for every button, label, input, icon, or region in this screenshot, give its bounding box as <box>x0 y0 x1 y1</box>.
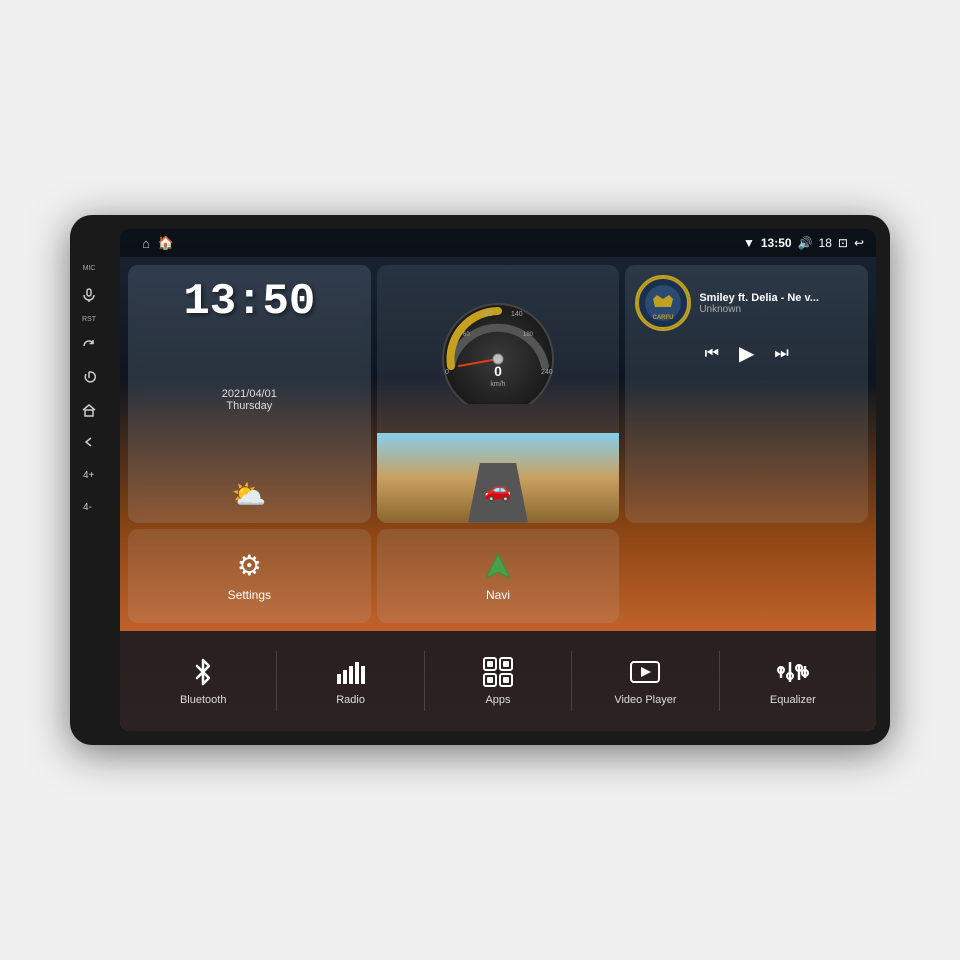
apps-button[interactable]: Apps <box>425 656 571 706</box>
status-bar: ⌂ 🏠 ▼ 13:50 🔊 18 ⊡ ↩ <box>120 229 876 257</box>
music-controls: ⏮ ▶ ⏭ <box>635 341 858 366</box>
music-title: Smiley ft. Delia - Ne v... <box>699 292 858 304</box>
clock-date: 2021/04/01 Thursday <box>222 388 277 412</box>
road-scene: 🚗 <box>377 433 620 523</box>
svg-text:0: 0 <box>445 369 449 376</box>
android-top-icon[interactable]: 🏠 <box>158 235 174 251</box>
equalizer-button[interactable]: Equalizer <box>720 656 866 706</box>
side-buttons: MIC RST 4+ 4- <box>78 265 100 517</box>
settings-label: Settings <box>228 588 271 602</box>
video-icon <box>629 656 661 688</box>
status-time: 13:50 <box>761 236 792 250</box>
navi-label: Navi <box>486 588 510 602</box>
equalizer-label: Equalizer <box>770 694 816 706</box>
mic-button[interactable] <box>78 284 100 306</box>
bluetooth-icon <box>187 656 219 688</box>
svg-text:CARFU: CARFU <box>653 315 674 321</box>
radio-icon <box>335 656 367 688</box>
device-body: MIC RST 4+ 4- ⌂ 🏠 <box>70 215 890 745</box>
apps-label: Apps <box>485 694 510 706</box>
home-top-icon[interactable]: ⌂ <box>142 236 150 251</box>
bluetooth-button[interactable]: Bluetooth <box>130 656 276 706</box>
window-icon: ⊡ <box>838 236 848 250</box>
music-top: CARFU Smiley ft. Delia - Ne v... Unknown <box>635 275 858 331</box>
svg-text:240: 240 <box>541 369 553 376</box>
play-button[interactable]: ▶ <box>739 341 754 366</box>
video-label: Video Player <box>614 694 676 706</box>
svg-text:60: 60 <box>463 332 470 338</box>
navi-icon <box>482 550 514 582</box>
equalizer-icon <box>777 656 809 688</box>
back-side-button[interactable] <box>78 431 100 453</box>
weather-icon: ⛅ <box>232 478 267 511</box>
svg-text:km/h: km/h <box>490 381 505 388</box>
wifi-indicator: ▼ <box>743 236 755 250</box>
music-widget[interactable]: CARFU Smiley ft. Delia - Ne v... Unknown… <box>625 265 868 523</box>
top-nav-icons: ⌂ 🏠 <box>132 229 174 257</box>
main-screen: ⌂ 🏠 ▼ 13:50 🔊 18 ⊡ ↩ 13:50 2021/04/01 Th… <box>120 229 876 731</box>
main-content-grid: 13:50 2021/04/01 Thursday ⛅ <box>120 257 876 631</box>
apps-icon <box>482 656 514 688</box>
video-player-button[interactable]: Video Player <box>572 656 718 706</box>
volume-indicator: 🔊 <box>798 236 813 250</box>
vol-down-button[interactable]: 4- <box>78 495 100 517</box>
next-button[interactable]: ⏭ <box>774 345 788 363</box>
back-nav-icon[interactable]: ↩ <box>854 236 864 250</box>
svg-text:4-: 4- <box>83 502 92 513</box>
svg-text:140: 140 <box>511 311 523 318</box>
clock-widget: 13:50 2021/04/01 Thursday ⛅ <box>128 265 371 523</box>
settings-icon: ⚙ <box>237 549 262 582</box>
car-icon: 🚗 <box>484 477 511 503</box>
bluetooth-label: Bluetooth <box>180 694 226 706</box>
svg-text:4+: 4+ <box>83 470 95 481</box>
music-artist: Unknown <box>699 304 858 315</box>
clock-display: 13:50 <box>183 277 315 327</box>
rst-label: RST <box>82 316 96 323</box>
settings-widget[interactable]: ⚙ Settings <box>128 529 371 624</box>
speedometer-widget: 0 120 140 240 60 180 0 km/h <box>377 265 620 523</box>
radio-label: Radio <box>336 694 365 706</box>
navi-widget[interactable]: Navi <box>377 529 620 624</box>
power-button[interactable] <box>78 367 100 389</box>
rst-button[interactable] <box>78 335 100 357</box>
svg-text:180: 180 <box>523 332 534 338</box>
bottom-bar: Bluetooth Radio <box>120 631 876 731</box>
prev-button[interactable]: ⏮ <box>705 345 719 363</box>
status-right-icons: ▼ 13:50 🔊 18 ⊡ ↩ <box>743 236 864 250</box>
album-logo: CARFU <box>637 277 689 329</box>
mic-label: MIC <box>83 265 96 272</box>
gauge-svg: 0 120 140 240 60 180 0 km/h <box>433 294 563 404</box>
album-art: CARFU <box>635 275 691 331</box>
vol-up-button[interactable]: 4+ <box>78 463 100 485</box>
radio-button[interactable]: Radio <box>277 656 423 706</box>
home-side-button[interactable] <box>78 399 100 421</box>
gauge-area: 0 120 140 240 60 180 0 km/h <box>425 265 571 433</box>
music-info: Smiley ft. Delia - Ne v... Unknown <box>699 292 858 315</box>
svg-text:120: 120 <box>481 311 493 318</box>
volume-level: 18 <box>819 236 832 250</box>
svg-text:0: 0 <box>494 363 502 379</box>
